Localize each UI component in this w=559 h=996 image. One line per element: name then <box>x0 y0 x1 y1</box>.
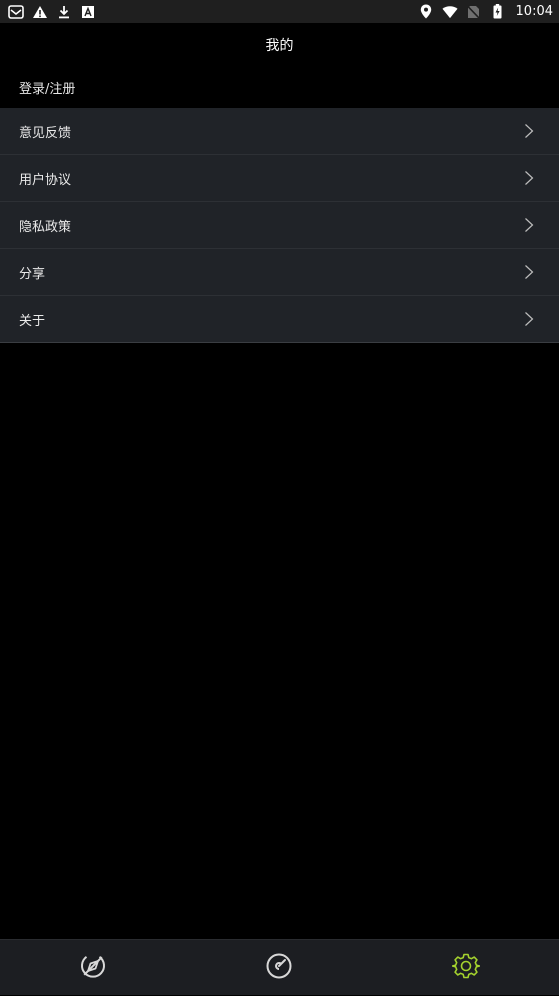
chevron-right-icon <box>523 217 535 233</box>
tab-settings[interactable] <box>373 940 559 996</box>
mail-icon <box>8 4 24 20</box>
app-header: 我的 <box>0 23 559 67</box>
menu-item-label: 用户协议 <box>19 172 72 188</box>
login-register-label: 登录/注册 <box>19 82 76 97</box>
chevron-right-icon <box>523 311 535 327</box>
page-title: 我的 <box>265 38 294 54</box>
status-time: 10:04 <box>515 4 553 19</box>
menu-item-label: 隐私政策 <box>19 219 72 235</box>
chevron-right-icon <box>523 170 535 186</box>
chevron-right-icon <box>523 264 535 280</box>
no-sim-icon <box>466 4 482 20</box>
tab-compass[interactable] <box>0 940 186 996</box>
location-icon <box>418 4 434 20</box>
settings-menu-list: 意见反馈 用户协议 隐私政策 分享 关于 <box>0 108 559 343</box>
menu-item-label: 分享 <box>19 266 46 282</box>
tab-speedometer[interactable] <box>186 940 372 996</box>
wifi-icon <box>442 4 458 20</box>
status-right-icons: 10:04 <box>418 4 553 20</box>
download-icon <box>56 4 72 20</box>
warning-icon <box>32 4 48 20</box>
menu-item-share[interactable]: 分享 <box>0 249 559 296</box>
login-register-row[interactable]: 登录/注册 <box>0 67 559 108</box>
bottom-navigation <box>0 939 559 995</box>
menu-item-privacy-policy[interactable]: 隐私政策 <box>0 202 559 249</box>
battery-icon <box>490 4 506 20</box>
status-bar: 10:04 <box>0 0 559 23</box>
settings-gear-icon <box>451 952 481 984</box>
speedometer-icon <box>265 952 293 984</box>
menu-item-about[interactable]: 关于 <box>0 296 559 343</box>
chevron-right-icon <box>523 123 535 139</box>
font-app-icon <box>80 4 96 20</box>
menu-item-label: 关于 <box>19 313 46 329</box>
menu-item-user-agreement[interactable]: 用户协议 <box>0 155 559 202</box>
menu-item-feedback[interactable]: 意见反馈 <box>0 108 559 155</box>
compass-icon <box>79 952 107 984</box>
menu-item-label: 意见反馈 <box>19 125 72 141</box>
status-left-icons <box>8 4 96 20</box>
